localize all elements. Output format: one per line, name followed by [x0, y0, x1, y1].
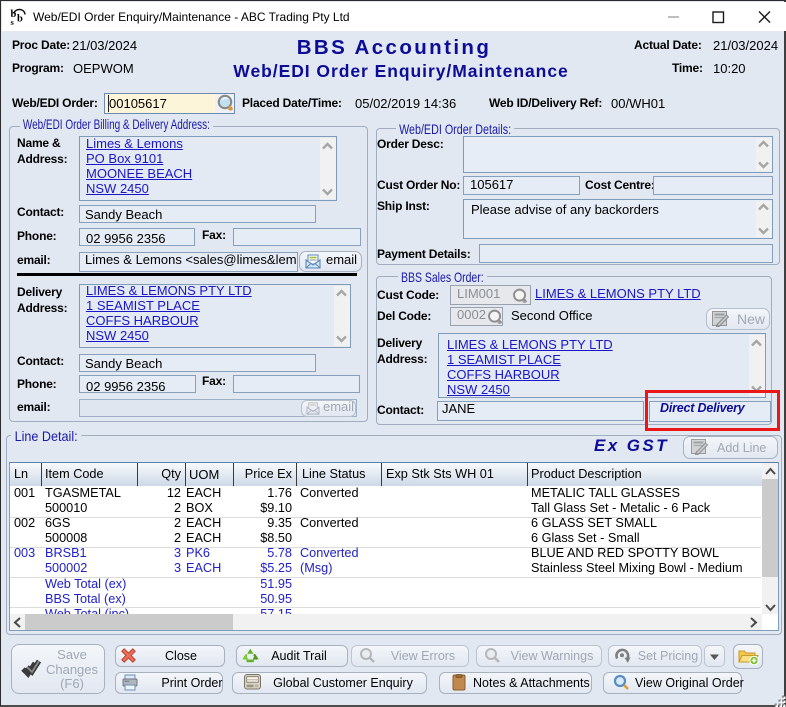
svg-text:b: b [17, 14, 23, 25]
